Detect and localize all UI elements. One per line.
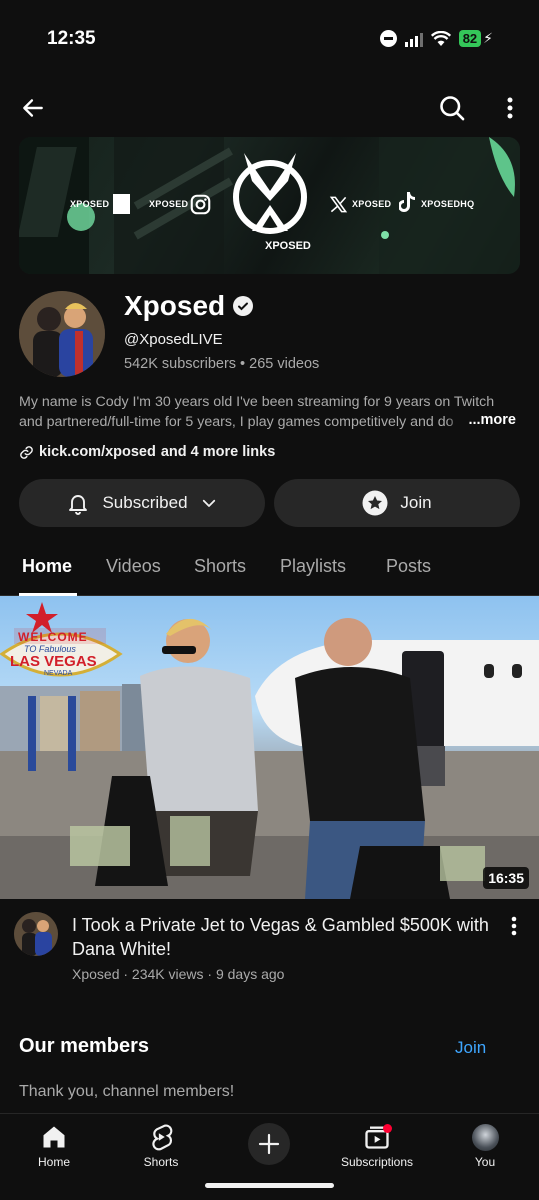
link-url[interactable]: kick.com/xposed	[39, 444, 156, 460]
sign-welcome-text: WELCOME	[18, 630, 88, 644]
video-channel-avatar[interactable]	[14, 912, 58, 956]
instagram-icon	[190, 194, 211, 215]
do-not-disturb-icon	[379, 30, 397, 47]
avatar-image	[19, 291, 105, 377]
nav-subscriptions-label: Subscriptions	[340, 1155, 414, 1169]
banner-instagram-text: XPOSED	[149, 199, 189, 209]
top-nav	[0, 88, 539, 130]
more-vert-icon	[507, 97, 513, 119]
nav-home[interactable]: Home	[9, 1122, 99, 1169]
shorts-icon	[152, 1124, 173, 1151]
x-icon	[329, 196, 348, 213]
tab-playlists[interactable]: Playlists	[280, 556, 346, 577]
search-button[interactable]	[432, 88, 472, 128]
star-badge-icon	[362, 490, 388, 516]
banner-logo-text: XPOSED	[265, 240, 311, 252]
link-more: and 4 more links	[160, 444, 276, 460]
sign-las-vegas-text: LAS VEGAS	[10, 653, 97, 670]
nav-shorts[interactable]: Shorts	[116, 1122, 206, 1169]
charging-icon: ⚡	[483, 30, 493, 46]
xposed-logo-icon	[233, 153, 307, 234]
status-icons: 82 ⚡	[379, 30, 493, 47]
video-duration-badge: 16:35	[483, 867, 529, 889]
join-button[interactable]: Join	[274, 479, 520, 527]
subscribed-label: Subscribed	[102, 493, 188, 512]
join-label: Join	[400, 493, 432, 512]
link-icon	[20, 445, 33, 459]
description-more-link[interactable]: ...more	[446, 412, 516, 428]
more-vert-icon	[511, 916, 517, 936]
home-icon	[43, 1126, 65, 1148]
home-indicator	[205, 1183, 334, 1188]
bell-icon	[69, 495, 88, 515]
tab-home[interactable]: Home	[22, 556, 72, 577]
create-button[interactable]	[248, 1123, 290, 1165]
channel-description[interactable]: My name is Cody I'm 30 years old I've be…	[19, 392, 519, 432]
tab-shorts[interactable]: Shorts	[194, 556, 246, 577]
video-more-button[interactable]	[511, 916, 517, 941]
banner-tiktok-text: XPOSEDHQ	[421, 199, 475, 209]
chevron-down-icon	[202, 499, 215, 507]
tab-posts[interactable]: Posts	[386, 556, 431, 577]
signal-icon	[404, 31, 423, 47]
back-button[interactable]	[13, 88, 53, 128]
channel-avatar[interactable]	[19, 291, 105, 377]
battery-indicator: 82	[458, 30, 482, 47]
video-meta: Xposed · 234K views · 9 days ago	[72, 966, 285, 982]
notification-dot	[383, 1124, 392, 1133]
channel-meta: 542K subscribers • 265 videos	[124, 356, 320, 372]
channel-tabs: Home Videos Shorts Playlists Posts	[0, 544, 539, 596]
nav-home-label: Home	[37, 1155, 70, 1169]
members-section-title: Our members	[19, 1035, 150, 1057]
video-title[interactable]: I Took a Private Jet to Vegas & Gambled …	[72, 913, 492, 961]
banner-kick-text: XPOSED	[70, 199, 110, 209]
nav-you[interactable]: You	[440, 1122, 530, 1169]
channel-links[interactable]: kick.com/xposed and 4 more links	[19, 444, 275, 460]
nav-subscriptions[interactable]: Subscriptions	[332, 1122, 422, 1169]
subscribed-button[interactable]: Subscribed	[19, 479, 265, 527]
wifi-icon	[430, 30, 451, 46]
description-line-2: and partnered/full-time for 5 years, I p…	[19, 414, 454, 430]
kick-icon	[113, 194, 130, 214]
members-subtitle: Thank you, channel members!	[19, 1083, 235, 1100]
status-time: 12:35	[47, 28, 96, 49]
channel-handle: @XposedLIVE	[124, 331, 223, 348]
verified-icon	[233, 296, 253, 316]
channel-banner: XPOSED XPOSED XPOSED XPOSED XPOSEDHQ	[19, 137, 520, 274]
search-icon	[440, 96, 465, 121]
sign-nevada-text: NEVADA	[44, 670, 73, 677]
nav-shorts-label: Shorts	[143, 1155, 179, 1169]
banner-x-text: XPOSED	[352, 199, 392, 209]
featured-video-thumbnail[interactable]: WELCOME TO Fabulous LAS VEGAS NEVADA 16:…	[0, 596, 539, 899]
video-avatar-image	[14, 912, 58, 956]
create-icon	[258, 1133, 280, 1155]
members-join-link[interactable]: Join	[455, 1038, 486, 1058]
tab-videos[interactable]: Videos	[106, 556, 161, 577]
channel-name: Xposed	[124, 290, 226, 321]
status-bar: 12:35 82 ⚡	[0, 0, 539, 80]
nav-you-label: You	[474, 1155, 496, 1169]
arrow-left-icon	[23, 99, 43, 117]
avatar	[471, 1123, 499, 1151]
tiktok-icon	[399, 192, 415, 212]
more-options-button[interactable]	[490, 88, 530, 128]
description-line-1: My name is Cody I'm 30 years old I've be…	[19, 394, 495, 410]
